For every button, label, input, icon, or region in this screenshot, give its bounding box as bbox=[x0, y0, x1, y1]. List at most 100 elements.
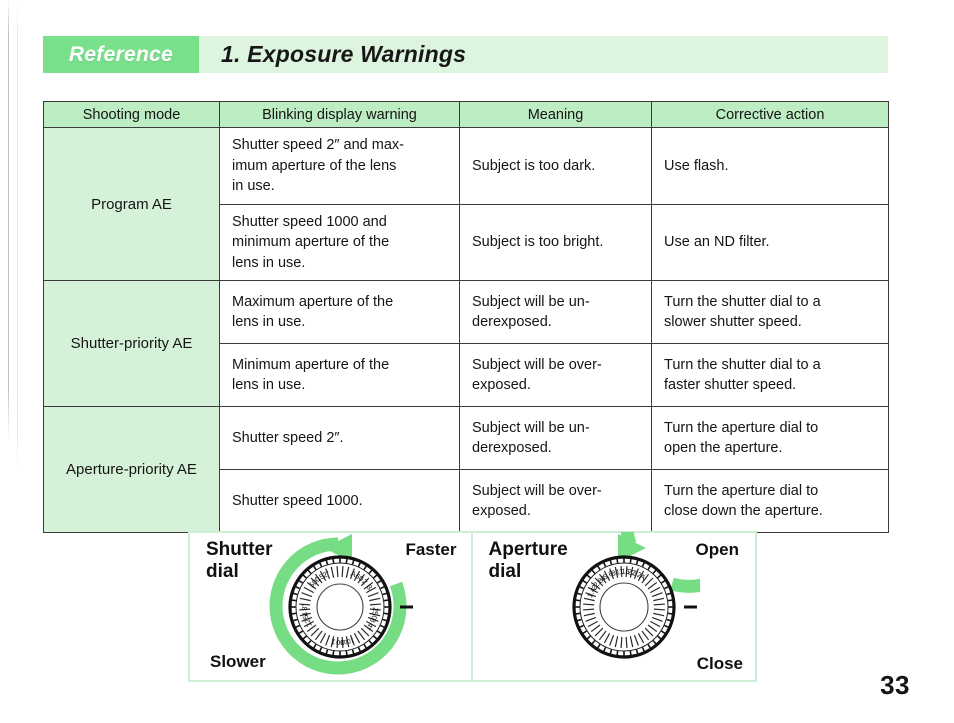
scan-page-edge bbox=[8, 0, 9, 440]
section-banner: Reference 1. Exposure Warnings bbox=[43, 36, 888, 73]
meaning-text: Subject will be un- derexposed. bbox=[460, 283, 651, 342]
text-line: imum aperture of the lens bbox=[232, 157, 397, 174]
shutter-dial-title: Shutter dial bbox=[206, 539, 273, 584]
warning-text: Shutter speed 1000. bbox=[220, 482, 459, 521]
meaning-text: Subject will be over- exposed. bbox=[460, 472, 651, 531]
table-row: Aperture-priority AE Shutter speed 2″. S… bbox=[43, 406, 889, 534]
warning-text: Minimum aperture of the lens in use. bbox=[220, 346, 459, 405]
text-line: exposed. bbox=[472, 503, 531, 520]
meaning-cell: Subject will be un- derexposed. bbox=[459, 406, 652, 471]
action-cell: Turn the aperture dial to open the apert… bbox=[651, 406, 889, 471]
text-line: Shutter speed 2″ and max- bbox=[232, 137, 404, 153]
text-line: Subject will be over- bbox=[472, 356, 602, 373]
text-line: in use. bbox=[232, 178, 275, 195]
text-line: Subject will be over- bbox=[472, 482, 602, 499]
text-line: Turn the shutter dial to a bbox=[664, 293, 821, 310]
table-row: Shutter-priority AE Maximum aperture of … bbox=[43, 280, 889, 408]
svg-text:30: 30 bbox=[336, 638, 344, 647]
text-line: derexposed. bbox=[472, 440, 552, 457]
text-line: Subject will be un- bbox=[472, 293, 590, 310]
aperture-open-label: Open bbox=[695, 540, 739, 559]
text-line: lens in use. bbox=[232, 314, 306, 331]
action-text: Turn the shutter dial to a faster shutte… bbox=[652, 346, 888, 405]
text-line: Turn the aperture dial to bbox=[664, 419, 819, 436]
meaning-cell: Subject is too dark. bbox=[459, 127, 652, 205]
text-line: Use flash. bbox=[664, 157, 729, 174]
reference-tab: Reference bbox=[43, 36, 199, 73]
action-text: Use flash. bbox=[652, 149, 888, 184]
column-header-meaning: Meaning bbox=[459, 101, 652, 128]
text-line: Minimum aperture of the bbox=[232, 356, 390, 373]
meaning-text: Subject will be un- derexposed. bbox=[460, 409, 651, 468]
action-text: Turn the aperture dial to close down the… bbox=[652, 472, 888, 531]
warning-cell: Minimum aperture of the lens in use. bbox=[219, 343, 460, 408]
warning-cell: Shutter speed 2″ and max- imum aperture … bbox=[219, 127, 460, 205]
table-header-row: Shooting mode Blinking display warning M… bbox=[43, 101, 889, 128]
text-line: Subject is too bright. bbox=[472, 234, 604, 251]
action-cell: Use an ND filter. bbox=[651, 203, 889, 282]
text-line: open the aperture. bbox=[664, 440, 783, 457]
meaning-cell: Subject will be un- derexposed. bbox=[459, 280, 652, 345]
text-line: Subject will be un- bbox=[472, 419, 590, 436]
warning-cell: Shutter speed 1000. bbox=[219, 469, 460, 534]
svg-text:8″: 8″ bbox=[300, 603, 309, 610]
text-line: Shutter bbox=[206, 539, 273, 560]
page-title: 1. Exposure Warnings bbox=[221, 41, 467, 67]
action-text: Use an ND filter. bbox=[652, 225, 888, 260]
text-line: exposed. bbox=[472, 377, 531, 394]
reference-tab-label: Reference bbox=[68, 42, 174, 66]
column-header-corrective-action: Corrective action bbox=[651, 101, 889, 128]
text-line: derexposed. bbox=[472, 314, 552, 331]
aperture-dial-diagram: Aperture dial Open Close A 32 22 16 11 8 5.6 4 2… bbox=[473, 455, 758, 682]
shutter-dial-diagram: Shutter dial Faster Slower A 1000 500 25… bbox=[190, 533, 473, 680]
shutter-slower-label: Slower bbox=[210, 652, 266, 671]
column-header-shooting-mode: Shooting mode bbox=[43, 101, 220, 128]
text-line: Maximum aperture of the bbox=[232, 293, 394, 310]
aperture-dial-graphic: A 32 22 16 11 8 5.6 4 2.8 2 1.4 bbox=[540, 455, 758, 682]
warning-text: Maximum aperture of the lens in use. bbox=[220, 283, 459, 342]
text-line: slower shutter speed. bbox=[664, 314, 802, 331]
mode-cell-program-ae: Program AE bbox=[43, 126, 220, 282]
shutter-dial-svg: A100050025012560301584212″4″8″B bbox=[269, 533, 414, 674]
text-line: Use an ND filter. bbox=[664, 234, 770, 251]
meaning-cell: Subject will be over- exposed. bbox=[459, 469, 652, 534]
text-line: Subject is too dark. bbox=[472, 157, 596, 174]
text-line: Shutter speed 2″. bbox=[232, 430, 344, 447]
text-line: dial bbox=[206, 561, 239, 583]
text-line: Shutter speed 1000 and bbox=[232, 213, 387, 230]
exposure-warnings-table: Shooting mode Blinking display warning M… bbox=[43, 101, 889, 534]
warning-cell: Shutter speed 2″. bbox=[219, 406, 460, 471]
action-cell: Turn the shutter dial to a slower shutte… bbox=[651, 280, 889, 345]
action-cell: Use flash. bbox=[651, 127, 889, 205]
svg-text:11: 11 bbox=[615, 566, 624, 576]
warning-text: Shutter speed 2″. bbox=[220, 419, 459, 458]
text-line: faster shutter speed. bbox=[664, 377, 797, 394]
aperture-close-label: Close bbox=[696, 654, 743, 673]
text-line: minimum aperture of the bbox=[232, 234, 390, 251]
meaning-text: Subject will be over- exposed. bbox=[460, 346, 651, 405]
meaning-cell: Subject is too bright. bbox=[459, 203, 652, 282]
column-header-blinking-display-warning: Blinking display warning bbox=[219, 101, 460, 128]
text-line: close down the aperture. bbox=[664, 503, 823, 520]
warning-cell: Maximum aperture of the lens in use. bbox=[219, 280, 460, 345]
warning-text: Shutter speed 1000 and minimum aperture … bbox=[220, 205, 459, 281]
table-row: Program AE Shutter speed 2″ and max- imu… bbox=[43, 126, 889, 282]
text-line: Shutter speed 1000. bbox=[232, 493, 363, 510]
warning-cell: Shutter speed 1000 and minimum aperture … bbox=[219, 203, 460, 282]
text-line: Turn the aperture dial to bbox=[664, 482, 819, 499]
action-text: Turn the shutter dial to a slower shutte… bbox=[652, 283, 888, 342]
meaning-cell: Subject will be over- exposed. bbox=[459, 343, 652, 408]
text-line: lens in use. bbox=[232, 254, 306, 271]
text-line: Turn the shutter dial to a bbox=[664, 356, 821, 373]
mode-cell-shutter-priority-ae: Shutter-priority AE bbox=[43, 280, 220, 408]
meaning-text: Subject is too dark. bbox=[460, 149, 651, 184]
action-cell: Turn the shutter dial to a faster shutte… bbox=[651, 343, 889, 408]
text-line: lens in use. bbox=[232, 377, 306, 394]
page-number: 33 bbox=[880, 670, 910, 700]
action-cell: Turn the aperture dial to close down the… bbox=[651, 469, 889, 534]
aperture-dial-svg: A3222161185.642.821.4 bbox=[572, 455, 758, 659]
dial-diagram-panel: Shutter dial Faster Slower A 1000 500 25… bbox=[188, 455, 758, 682]
scan-page-edge-secondary bbox=[17, 0, 18, 470]
action-text: Turn the aperture dial to open the apert… bbox=[652, 409, 888, 468]
meaning-text: Subject is too bright. bbox=[460, 225, 651, 260]
